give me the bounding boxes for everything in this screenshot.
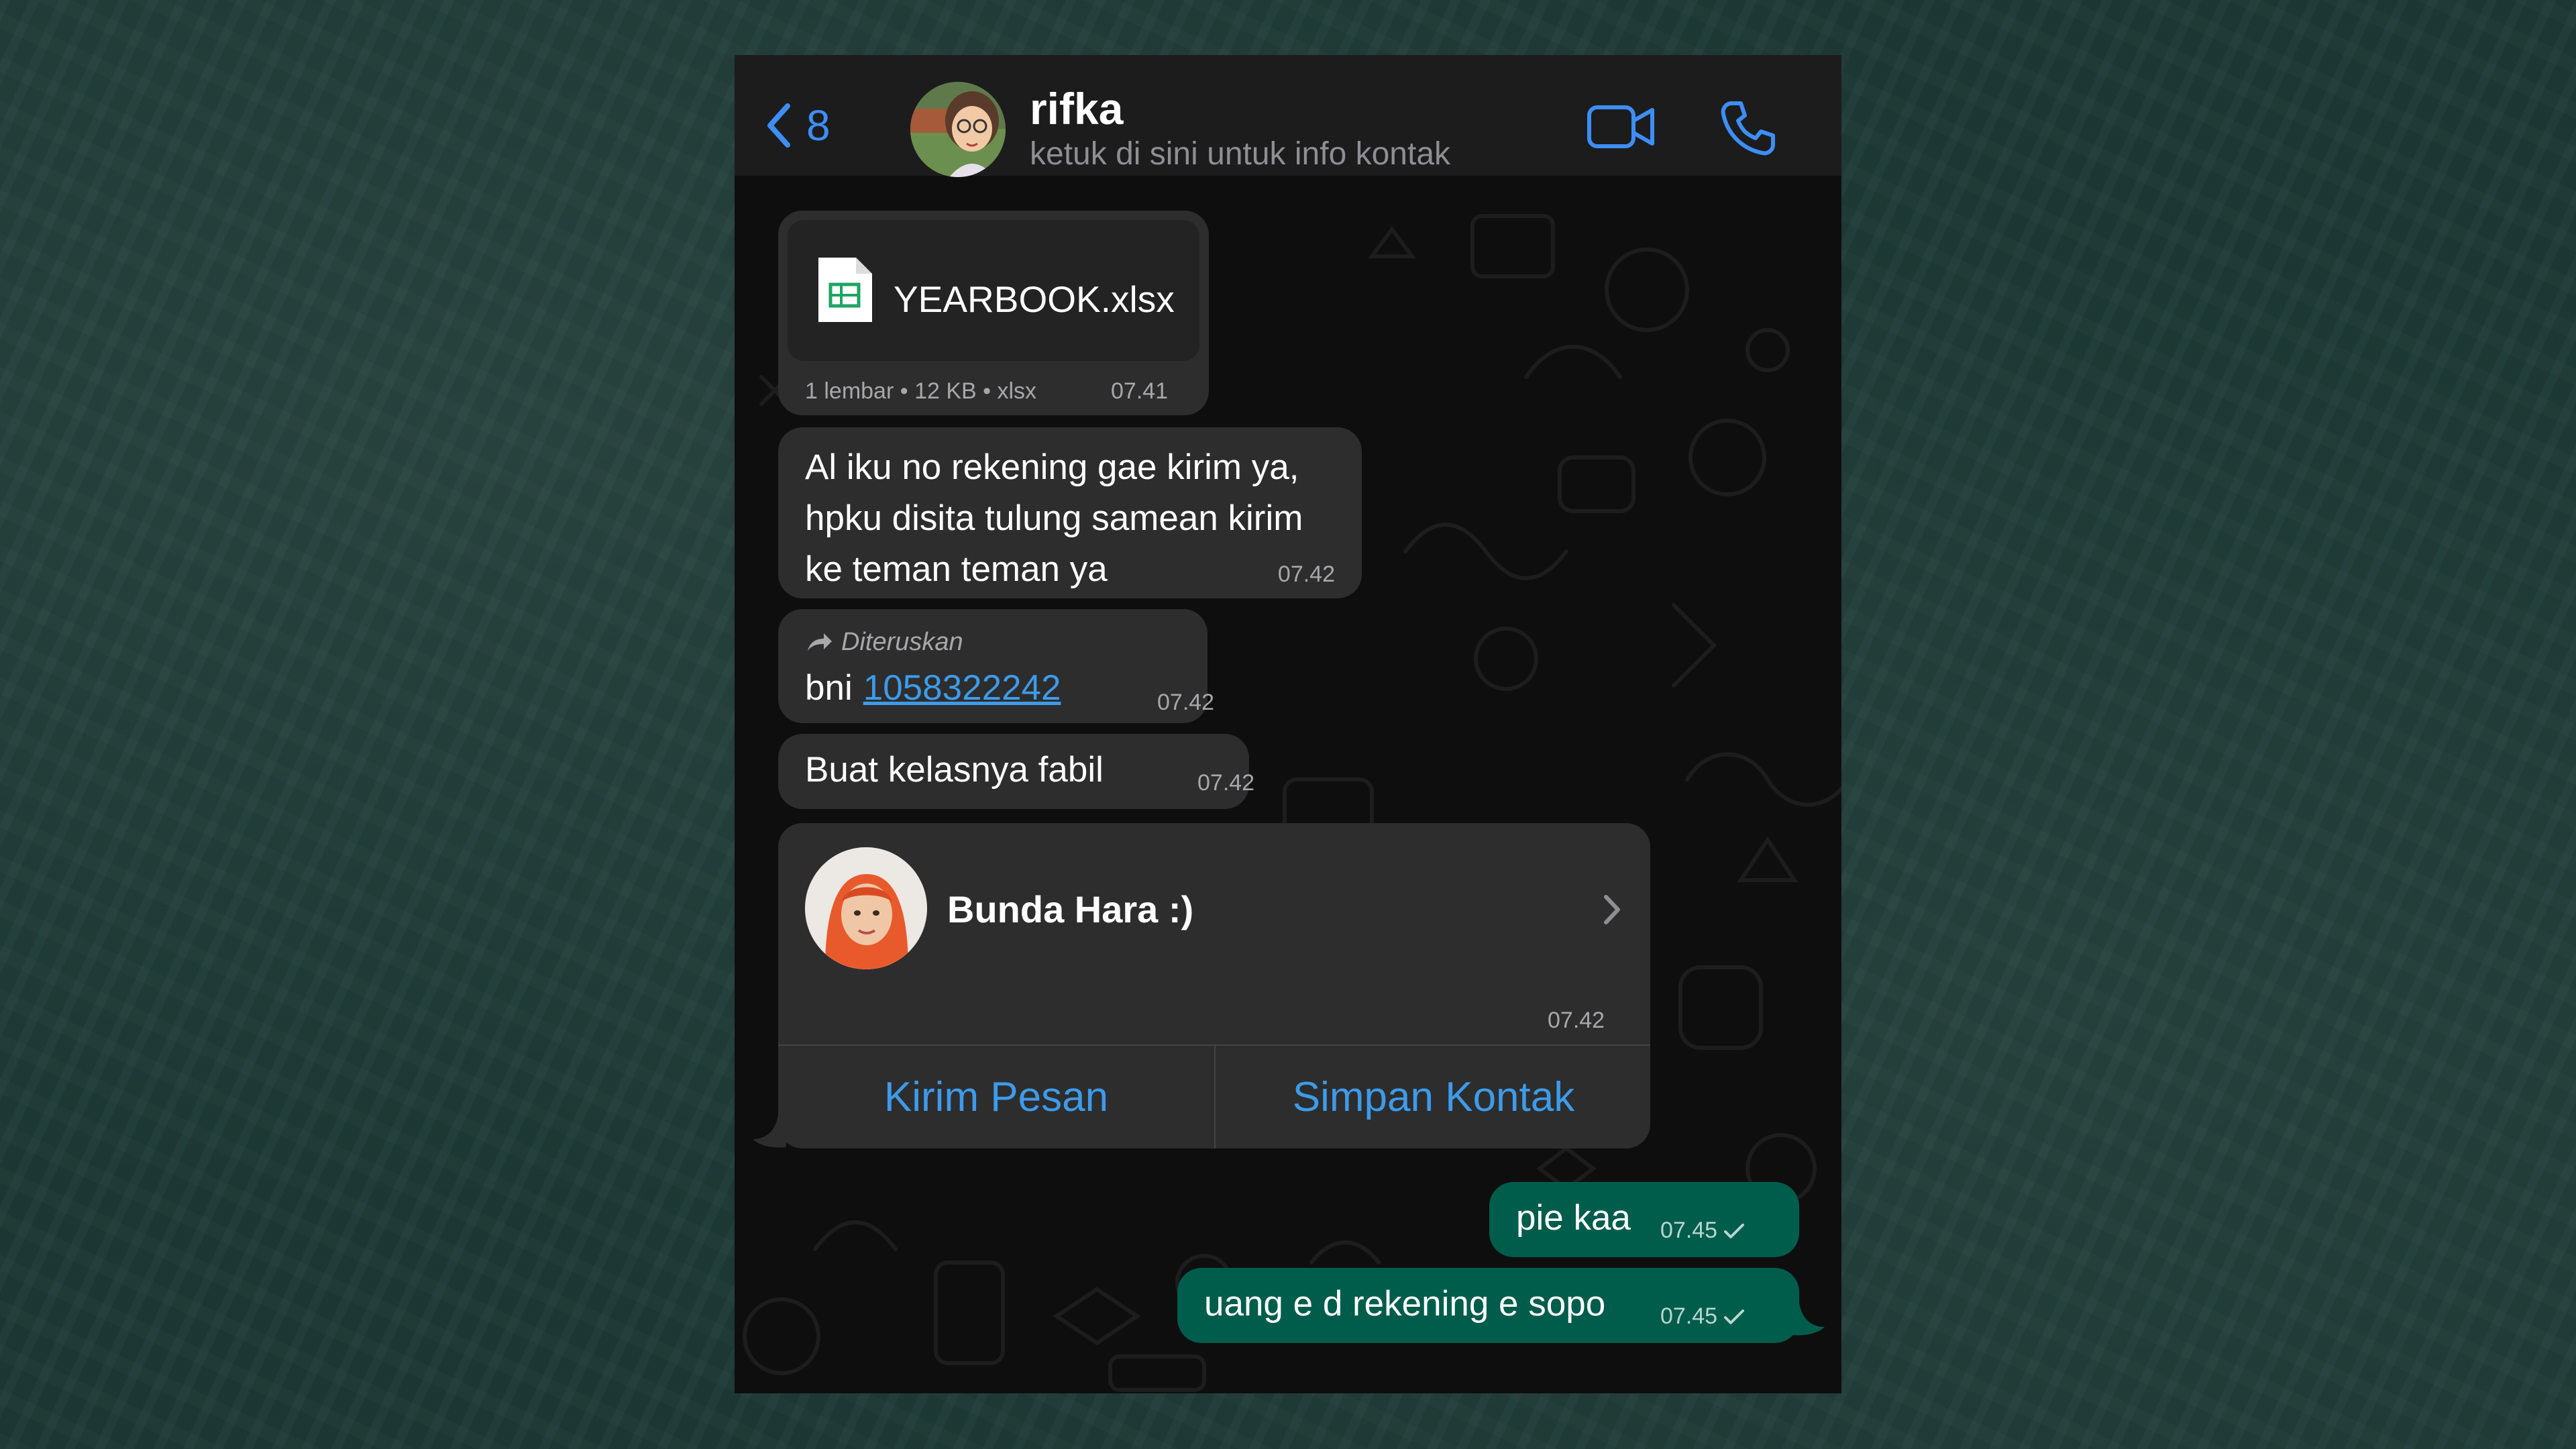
chevron-right-icon xyxy=(1604,895,1620,924)
shared-contact-avatar xyxy=(805,847,927,969)
chat-header: 8 rifka ketuk di sini untuk info kontak xyxy=(735,55,1841,177)
video-camera-icon xyxy=(1587,105,1654,148)
message-text: Al iku no rekening gae kirim ya, hpku di… xyxy=(805,447,1303,589)
message-time: 07.45 xyxy=(1660,1218,1718,1243)
message-time: 07.42 xyxy=(1197,770,1255,796)
save-contact-button[interactable]: Simpan Kontak xyxy=(1216,1046,1652,1148)
message-time: 07.42 xyxy=(1157,690,1215,715)
message-time: 07.42 xyxy=(1277,561,1335,587)
bank-name: bni xyxy=(805,668,853,708)
message-status: 07.45 xyxy=(1660,1303,1746,1330)
contact-info-hint[interactable]: ketuk di sini untuk info kontak xyxy=(1030,136,1450,172)
forwarded-message[interactable]: Diteruskan bni 1058322242 07.42 xyxy=(778,609,1214,723)
send-message-button[interactable]: Kirim Pesan xyxy=(778,1046,1214,1148)
bubble-tail xyxy=(1791,1303,1825,1336)
message-text: uang e d rekening e sopo xyxy=(1204,1284,1606,1324)
contact-avatar[interactable] xyxy=(910,82,1006,177)
forwarded-label: Diteruskan xyxy=(805,628,963,657)
incoming-message[interactable]: Al iku no rekening gae kirim ya, hpku di… xyxy=(778,427,1362,598)
check-icon xyxy=(1724,1223,1745,1238)
unread-count: 8 xyxy=(806,101,830,150)
back-button[interactable]: 8 xyxy=(765,102,830,149)
video-call-button[interactable] xyxy=(1587,103,1656,154)
message-text: pie kaa xyxy=(1516,1198,1631,1238)
document-filename: YEARBOOK.xlsx xyxy=(894,278,1175,320)
bubble-tail xyxy=(753,1115,786,1148)
contact-name[interactable]: rifka xyxy=(1030,83,1123,134)
document-meta: 1 lembar • 12 KB • xlsx xyxy=(805,378,1037,404)
chat-window: 8 rifka ketuk di sini untuk info kontak xyxy=(735,55,1841,1393)
shared-contact-name: Bunda Hara :) xyxy=(947,888,1194,930)
document-attachment[interactable]: YEARBOOK.xlsx xyxy=(788,220,1199,361)
outgoing-message[interactable]: uang e d rekening e sopo 07.45 xyxy=(1177,1268,1799,1343)
account-number-link[interactable]: 1058322242 xyxy=(863,663,1061,714)
message-time: 07.45 xyxy=(1660,1303,1718,1329)
message-status: 07.45 xyxy=(1660,1218,1746,1244)
shared-contact[interactable]: Bunda Hara :) 07.42 xyxy=(778,823,1650,1044)
outgoing-message[interactable]: pie kaa 07.45 xyxy=(1489,1182,1799,1257)
incoming-message[interactable]: Buat kelasnya fabil 07.42 xyxy=(778,734,1254,809)
check-icon xyxy=(1724,1309,1745,1324)
message-time: 07.41 xyxy=(1111,378,1169,404)
document-message: YEARBOOK.xlsx 1 lembar • 12 KB • xlsx 07… xyxy=(778,211,1209,415)
chevron-left-icon xyxy=(767,103,790,148)
forward-arrow-icon xyxy=(808,633,832,651)
spreadsheet-file-icon xyxy=(818,258,872,322)
message-text: bni 1058322242 xyxy=(805,663,1061,714)
contact-card-message: Bunda Hara :) 07.42 Kirim Pesan Simpan K… xyxy=(778,823,1650,1148)
phone-icon xyxy=(1721,101,1775,156)
voice-call-button[interactable] xyxy=(1719,99,1777,160)
message-text: Buat kelasnya fabil xyxy=(805,750,1104,790)
forwarded-text: Diteruskan xyxy=(841,628,963,656)
message-time: 07.42 xyxy=(1548,1008,1605,1033)
